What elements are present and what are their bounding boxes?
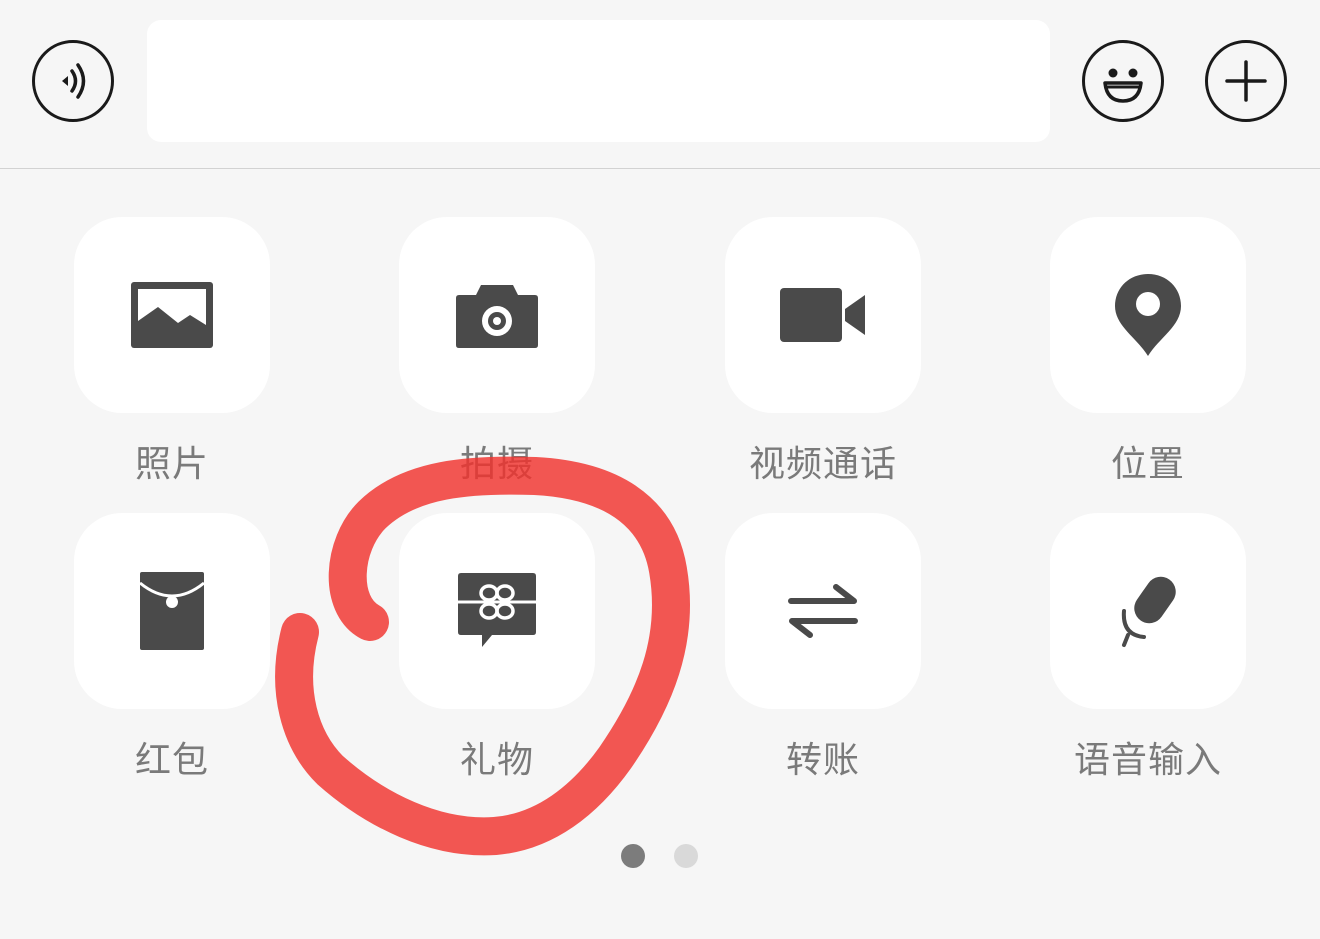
page-dot[interactable] [674,844,698,868]
tile-location-box[interactable] [1050,217,1246,413]
tile-transfer[interactable]: 转账 [725,513,921,781]
camera-icon [456,285,538,348]
location-pin-icon [1115,274,1181,356]
tile-label: 拍摄 [459,444,534,485]
photo-icon [131,282,213,348]
function-panel: 照片 拍摄 视频通话 位置 红包 礼物 转账 语音输入 [0,168,1320,939]
tile-label: 照片 [134,444,209,485]
tile-red-envelope-box[interactable] [74,513,270,709]
voice-wave-icon [62,63,86,99]
tile-video-call-box[interactable] [725,217,921,413]
message-input[interactable] [147,20,1050,142]
tile-voice-input-box[interactable] [1050,513,1246,709]
tile-label: 礼物 [459,740,534,781]
input-bar [0,0,1320,169]
voice-toggle-button[interactable] [32,40,114,122]
red-envelope-icon [139,572,205,650]
tile-label: 红包 [134,740,209,781]
tile-label: 语音输入 [1073,740,1222,781]
emoji-button[interactable] [1082,40,1164,122]
tile-camera-box[interactable] [399,217,595,413]
tile-photo-box[interactable] [74,217,270,413]
tile-gift[interactable]: 礼物 [399,513,595,781]
tile-red-envelope[interactable]: 红包 [74,513,270,781]
tile-voice-input[interactable]: 语音输入 [1050,513,1246,781]
tile-label: 转账 [785,740,860,781]
more-functions-button[interactable] [1205,40,1287,122]
tile-camera[interactable]: 拍摄 [399,217,595,485]
plus-icon [1225,60,1267,102]
gift-icon [458,573,536,647]
tile-photo[interactable]: 照片 [74,217,270,485]
tile-label: 位置 [1110,444,1185,485]
tile-location[interactable]: 位置 [1050,217,1246,485]
tile-video-call[interactable]: 视频通话 [725,217,921,485]
page-dot-active[interactable] [621,844,645,868]
tile-label: 视频通话 [748,444,897,485]
smiley-face-icon [1103,68,1143,103]
transfer-arrows-icon [788,584,858,638]
microphone-icon [1121,576,1176,647]
tile-transfer-box[interactable] [725,513,921,709]
page-indicator [0,844,1320,868]
video-call-icon [780,288,865,342]
tile-gift-box[interactable] [399,513,595,709]
